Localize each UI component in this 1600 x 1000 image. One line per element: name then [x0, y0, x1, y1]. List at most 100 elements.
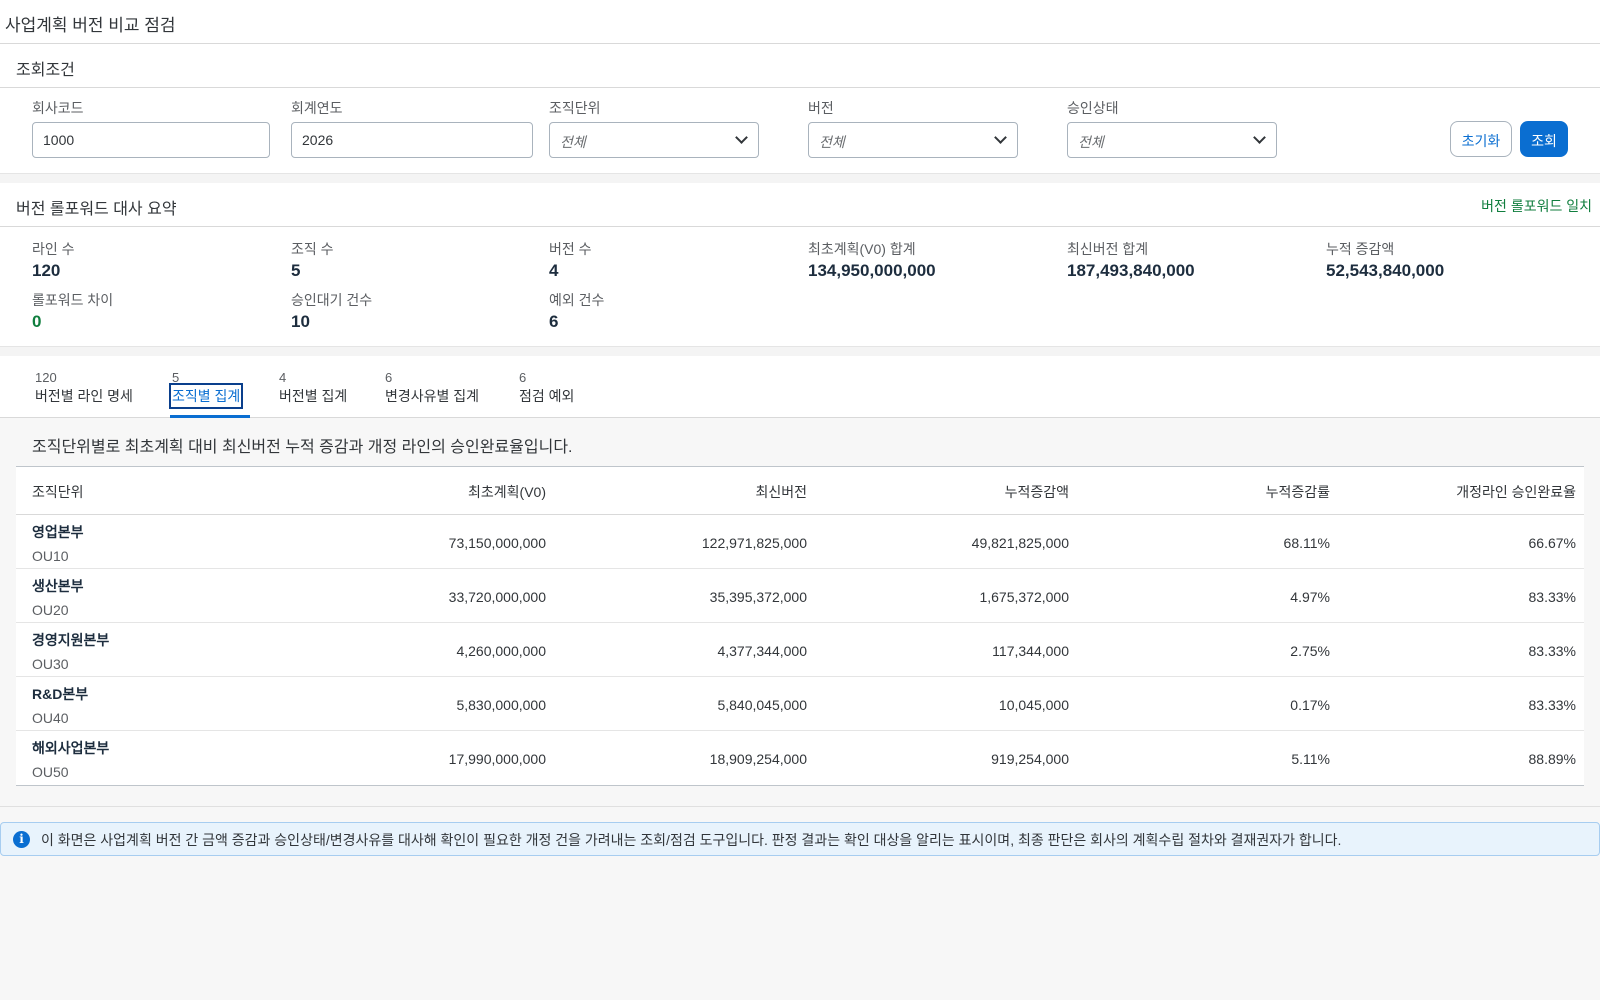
change-rate: 2.75%	[1290, 643, 1330, 659]
org-unit-value: 전체	[560, 134, 586, 150]
filter-panel-header: 조회조건	[0, 44, 1600, 88]
fiscal-year-input[interactable]: 2026	[291, 122, 533, 158]
summary-panel-header: 버전 롤포워드 대사 요약 버전 롤포워드 일치	[0, 183, 1600, 227]
tab-label: 변경사유별 집계	[385, 388, 480, 404]
fiscal-year-field: 회계연도 2026	[291, 98, 533, 158]
column-header-rate[interactable]: 누적증감률	[1266, 482, 1330, 502]
change-rate: 5.11%	[1291, 751, 1330, 767]
table-row[interactable]: 생산본부 OU20 33,720,000,000 35,395,372,000 …	[16, 569, 1584, 623]
page-title-bar: 사업계획 버전 비교 점검	[0, 0, 1600, 44]
change-amount: 919,254,000	[991, 751, 1069, 767]
metric-value: 6	[549, 312, 559, 331]
company-code-value: 1000	[43, 132, 75, 148]
filter-bar: 회사코드 1000 회계연도 2026 조직단위 전체 버전 전체 승인상태 전…	[0, 88, 1600, 174]
summary-title: 버전 롤포워드 대사 요약	[16, 201, 177, 218]
table-description: 조직단위별로 최초계획 대비 최신버전 누적 증감과 개정 라인의 승인완료율입…	[32, 439, 573, 456]
version-field: 버전 전체	[808, 98, 1018, 158]
search-button[interactable]: 조회	[1520, 121, 1568, 157]
tab-version-summary[interactable]: 4 버전별 집계	[279, 370, 347, 406]
metric-label: 최신버전 합계	[1067, 241, 1149, 257]
approval-rate: 66.67%	[1528, 535, 1576, 551]
metric-value: 0	[32, 312, 42, 331]
org-code: OU10	[32, 548, 69, 564]
tab-count: 6	[385, 370, 393, 385]
version-select[interactable]: 전체	[808, 122, 1018, 158]
tab-org-summary[interactable]: 5 조직별 집계	[168, 370, 244, 409]
metric-label: 라인 수	[32, 241, 75, 257]
metric-line-count: 라인 수 120	[32, 239, 75, 281]
metric-org-count: 조직 수 5	[291, 239, 334, 281]
approval-rate: 83.33%	[1528, 589, 1576, 605]
fiscal-year-value: 2026	[302, 132, 334, 148]
approval-status-select[interactable]: 전체	[1067, 122, 1277, 158]
metric-label: 예외 건수	[549, 292, 605, 308]
metric-label: 최초계획(V0) 합계	[808, 241, 916, 257]
chevron-down-icon	[735, 131, 748, 144]
column-header-approval[interactable]: 개정라인 승인완료율	[1456, 482, 1576, 502]
metric-label: 누적 증감액	[1326, 241, 1395, 257]
column-header-initial[interactable]: 최초계획(V0)	[468, 482, 546, 502]
info-icon: i	[13, 831, 30, 848]
initial-amount: 5,830,000,000	[456, 697, 546, 713]
version-label: 버전	[808, 100, 834, 116]
summary-metrics: 라인 수 120 조직 수 5 버전 수 4 최초계획(V0) 합계 134,9…	[0, 227, 1600, 347]
column-header-org[interactable]: 조직단위	[32, 482, 84, 502]
chevron-down-icon	[994, 131, 1007, 144]
reset-button[interactable]: 초기화	[1450, 121, 1512, 157]
column-header-change[interactable]: 누적증감액	[1005, 482, 1069, 502]
latest-amount: 5,840,045,000	[717, 697, 807, 713]
latest-amount: 18,909,254,000	[709, 751, 807, 767]
section-gap	[0, 174, 1600, 183]
org-name: 영업본부	[32, 524, 84, 540]
org-unit-select[interactable]: 전체	[549, 122, 759, 158]
latest-amount: 35,395,372,000	[709, 589, 807, 605]
org-code: OU50	[32, 764, 69, 780]
metric-label: 승인대기 건수	[291, 292, 373, 308]
tab-label: 버전별 라인 명세	[35, 388, 133, 404]
tab-line-detail[interactable]: 120 버전별 라인 명세	[35, 370, 133, 406]
company-code-input[interactable]: 1000	[32, 122, 270, 158]
table-header: 조직단위 최초계획(V0) 최신버전 누적증감액 누적증감률 개정라인 승인완료…	[16, 467, 1584, 515]
section-gap	[0, 347, 1600, 356]
table-row[interactable]: 해외사업본부 OU50 17,990,000,000 18,909,254,00…	[16, 731, 1584, 785]
table-row[interactable]: 영업본부 OU10 73,150,000,000 122,971,825,000…	[16, 515, 1584, 569]
approval-status-value: 전체	[1078, 134, 1104, 150]
column-header-latest[interactable]: 최신버전	[755, 482, 807, 502]
latest-amount: 4,377,344,000	[717, 643, 807, 659]
table-row[interactable]: R&D본부 OU40 5,830,000,000 5,840,045,000 1…	[16, 677, 1584, 731]
latest-amount: 122,971,825,000	[701, 535, 807, 551]
org-name: 생산본부	[32, 578, 84, 594]
org-code: OU20	[32, 602, 69, 618]
tab-exceptions[interactable]: 6 점검 예외	[519, 370, 574, 406]
org-name: 경영지원본부	[32, 632, 110, 648]
approval-status-field: 승인상태 전체	[1067, 98, 1277, 158]
metric-exception-count: 예외 건수 6	[549, 290, 604, 332]
org-code: OU30	[32, 656, 69, 672]
org-unit-label: 조직단위	[549, 100, 601, 116]
initial-amount: 33,720,000,000	[448, 589, 546, 605]
metric-value: 5	[291, 261, 301, 280]
metric-initial-total: 최초계획(V0) 합계 134,950,000,000	[808, 239, 936, 281]
version-value: 전체	[819, 134, 845, 150]
initial-amount: 17,990,000,000	[448, 751, 546, 767]
change-amount: 10,045,000	[998, 697, 1069, 713]
metric-label: 조직 수	[291, 241, 334, 257]
info-notice: i 이 화면은 사업계획 버전 간 금액 증감과 승인상태/변경사유를 대사해 …	[0, 822, 1600, 856]
org-name: 해외사업본부	[32, 740, 110, 756]
page-title: 사업계획 버전 비교 점검	[5, 16, 176, 35]
metric-rollforward-diff: 롤포워드 차이 0	[32, 290, 113, 332]
tab-reason-summary[interactable]: 6 변경사유별 집계	[385, 370, 479, 406]
tab-content: 조직단위별로 최초계획 대비 최신버전 누적 증감과 개정 라인의 승인완료율입…	[0, 418, 1600, 786]
rollforward-status-badge: 버전 롤포워드 일치	[1481, 198, 1592, 214]
approval-rate: 83.33%	[1528, 697, 1576, 713]
table-row[interactable]: 경영지원본부 OU30 4,260,000,000 4,377,344,000 …	[16, 623, 1584, 677]
notice-text: 이 화면은 사업계획 버전 간 금액 증감과 승인상태/변경사유를 대사해 확인…	[41, 832, 1342, 848]
initial-amount: 4,260,000,000	[456, 643, 546, 659]
tab-bar: 120 버전별 라인 명세 5 조직별 집계 4 버전별 집계 6 변경사유별 …	[0, 356, 1600, 418]
metric-label: 버전 수	[549, 241, 592, 257]
change-amount: 49,821,825,000	[971, 535, 1069, 551]
tab-label: 점검 예외	[519, 388, 575, 404]
metric-value: 52,543,840,000	[1326, 261, 1445, 280]
tab-label: 버전별 집계	[279, 388, 348, 404]
metric-pending-approval: 승인대기 건수 10	[291, 290, 372, 332]
